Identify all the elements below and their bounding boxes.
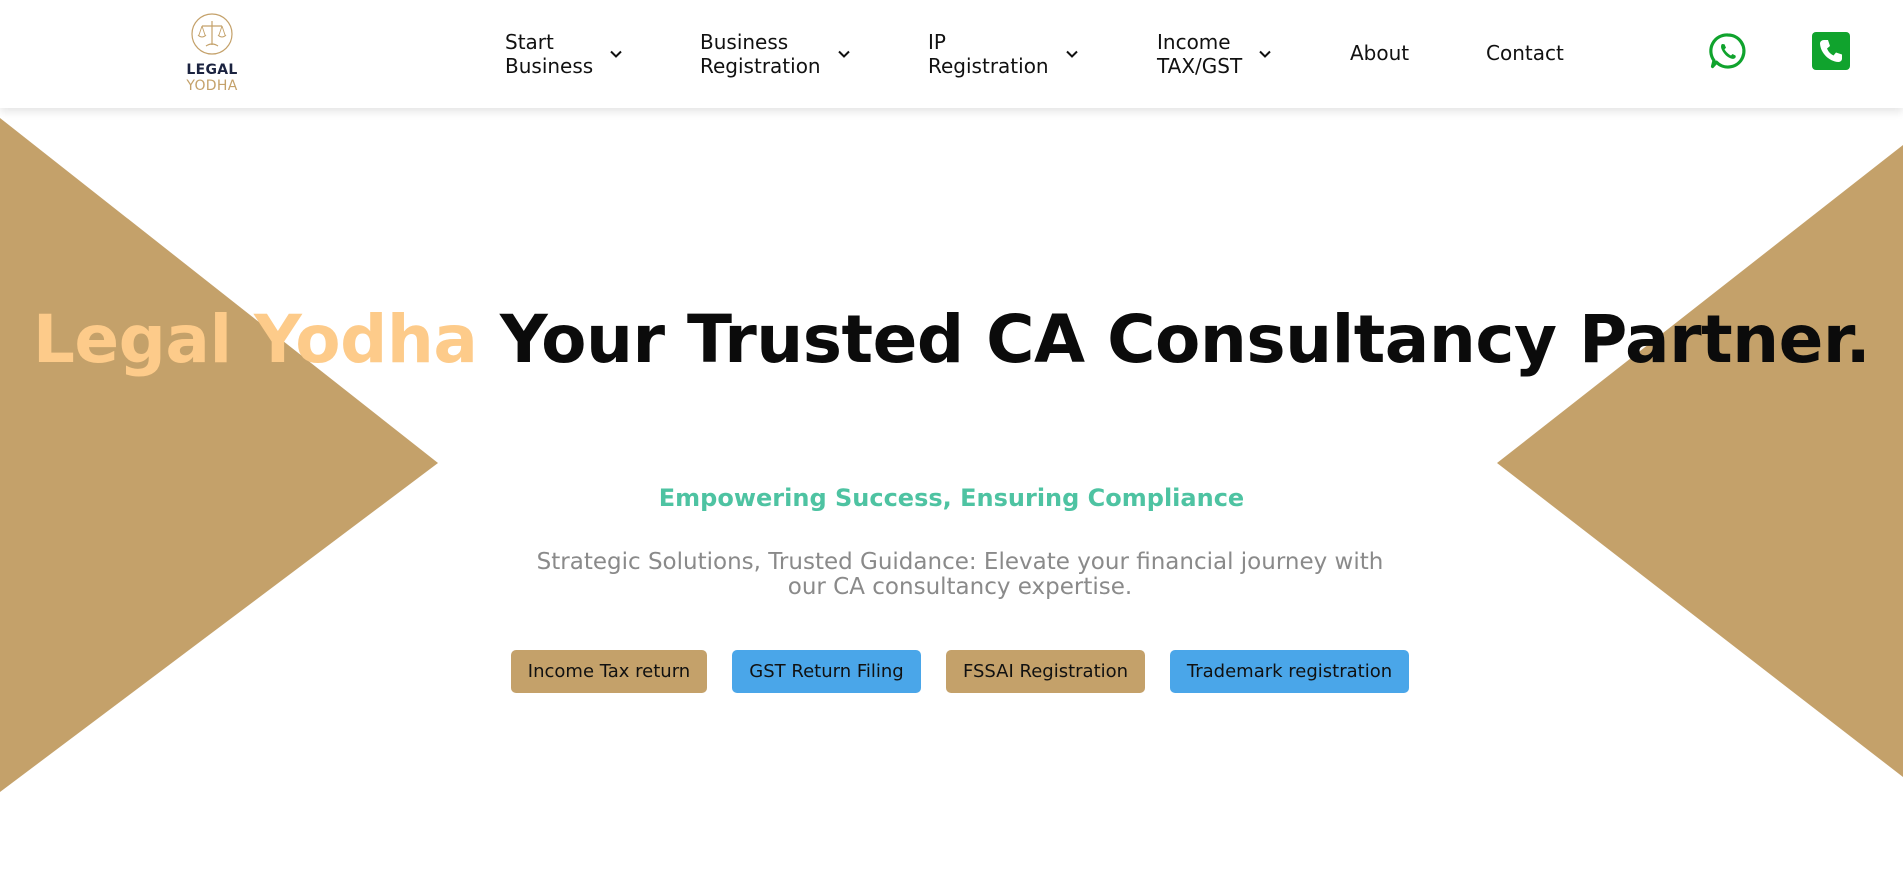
nav-start-business[interactable]: Start Business [505, 30, 623, 78]
nav-label-line: Business [700, 30, 789, 54]
nav-label-line: IP [928, 30, 946, 54]
scales-of-justice-icon [191, 13, 233, 55]
nav-ip-registration[interactable]: IP Registration [928, 30, 1079, 78]
nav-about[interactable]: About [1350, 41, 1409, 65]
nav-label-line: Registration [928, 54, 1049, 78]
hero-title-rest: Your Trusted CA Consultancy Partner. [477, 301, 1871, 378]
nav-label-line: Registration [700, 54, 821, 78]
hero-title-accent: Legal Yodha [32, 301, 478, 378]
phone-icon[interactable] [1811, 31, 1851, 71]
right-gold-triangle [1497, 145, 1903, 777]
nav-income-tax-gst[interactable]: Income TAX/GST [1157, 30, 1272, 78]
nav-business-registration-label: Business Registration [700, 30, 821, 78]
chevron-down-icon [837, 50, 850, 58]
left-gold-triangle [0, 118, 438, 792]
nav-label-line: Start [505, 30, 554, 54]
nav-ip-registration-label: IP Registration [928, 30, 1049, 78]
fssai-registration-button[interactable]: FSSAI Registration [946, 650, 1145, 693]
trademark-registration-button[interactable]: Trademark registration [1170, 650, 1409, 693]
nav-label-line: TAX/GST [1157, 54, 1243, 78]
chevron-down-icon [1259, 50, 1271, 58]
hero-description: Strategic Solutions, Trusted Guidance: E… [536, 549, 1384, 600]
gst-return-filing-button[interactable]: GST Return Filing [732, 650, 921, 693]
hero-tagline: Empowering Success, Ensuring Compliance [658, 484, 1245, 512]
nav-business-registration[interactable]: Business Registration [700, 30, 851, 78]
nav-label-line: Income [1157, 30, 1231, 54]
nav-contact[interactable]: Contact [1486, 41, 1564, 65]
logo[interactable]: LEGAL YODHA [176, 12, 248, 100]
nav-start-business-label: Start Business [505, 30, 593, 78]
chevron-down-icon [610, 50, 622, 58]
chevron-down-icon [1065, 50, 1078, 58]
logo-text-legal: LEGAL [186, 62, 238, 78]
hero-title: Legal Yodha Your Trusted CA Consultancy … [0, 300, 1903, 380]
nav-income-tax-gst-label: Income TAX/GST [1157, 30, 1242, 78]
income-tax-return-button[interactable]: Income Tax return [511, 650, 707, 693]
site-header: LEGAL YODHA Start Business Business Regi… [0, 0, 1903, 108]
nav-label-line: Business [505, 54, 594, 78]
whatsapp-icon[interactable] [1708, 31, 1748, 71]
logo-text-yodha: YODHA [186, 78, 238, 94]
